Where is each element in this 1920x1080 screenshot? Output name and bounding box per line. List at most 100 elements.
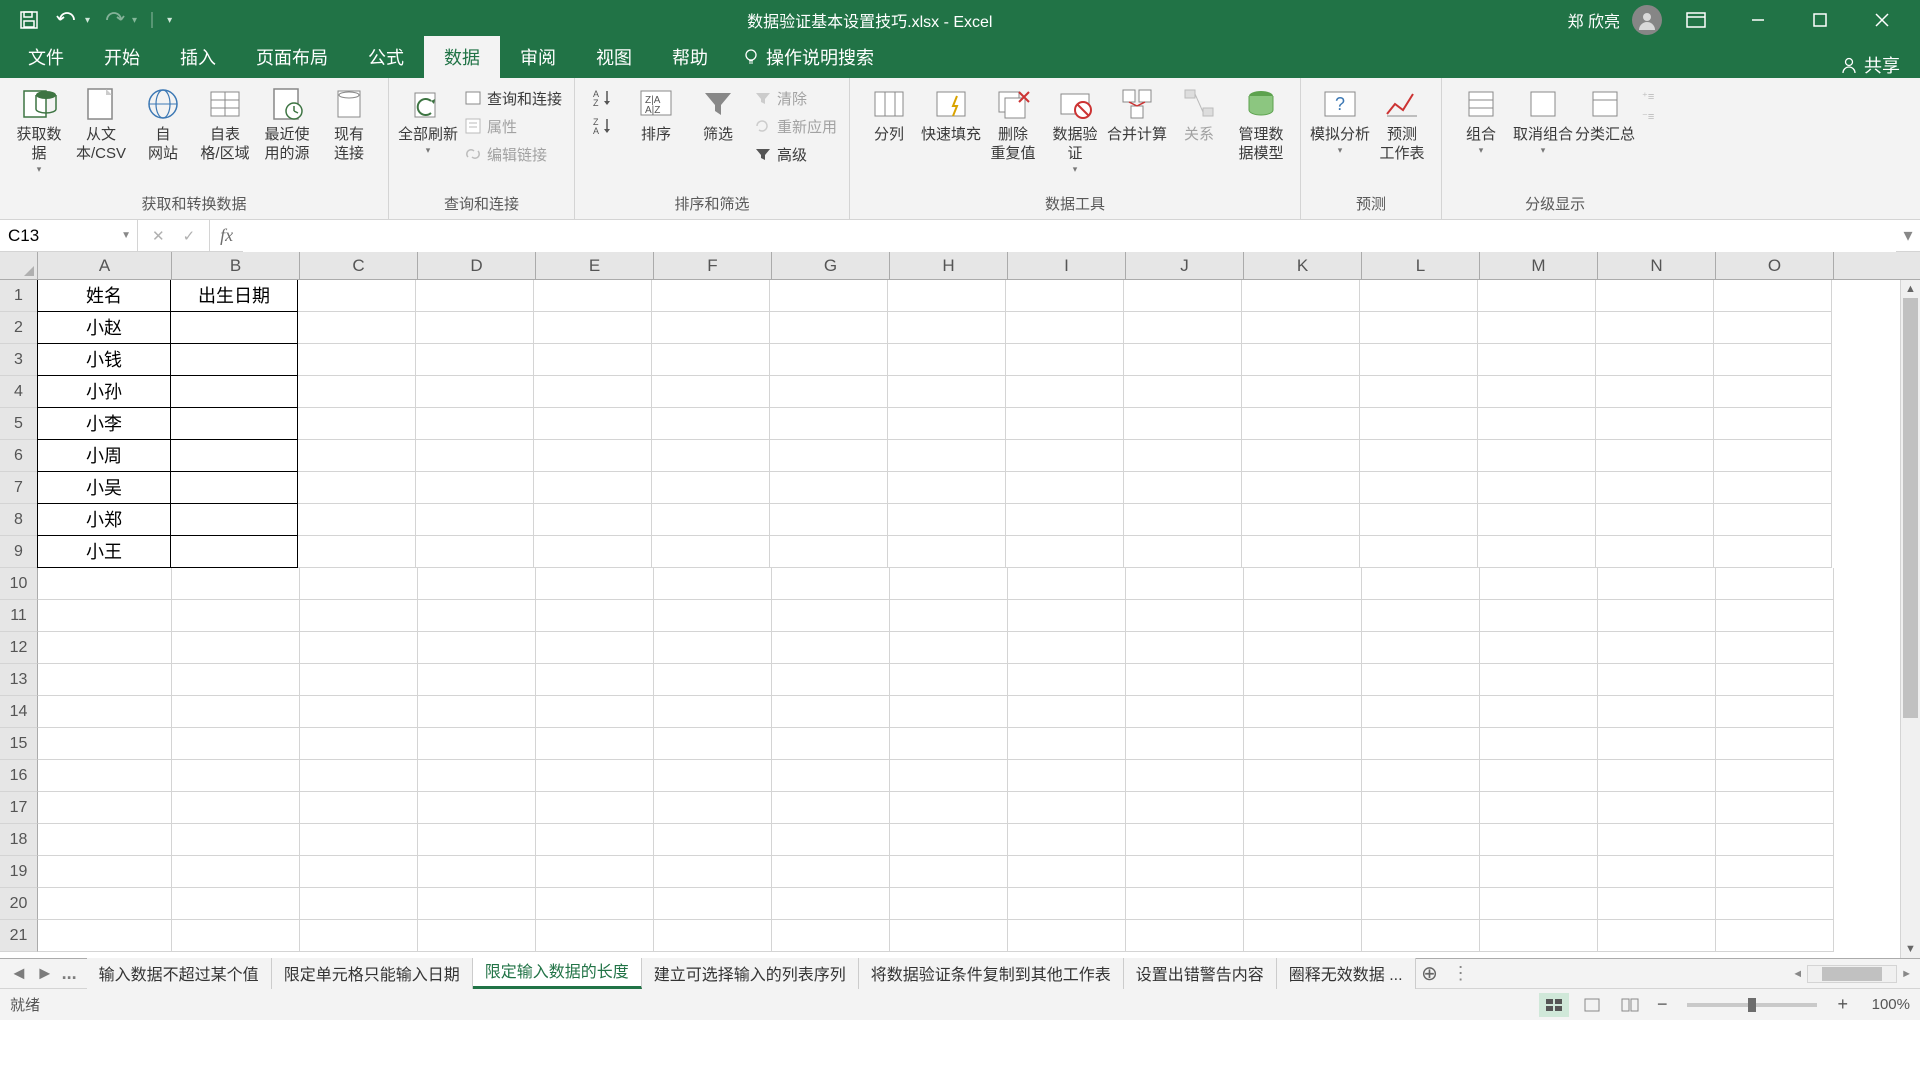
from-web-button[interactable]: 自 网站: [132, 82, 194, 166]
cell[interactable]: 小钱: [37, 343, 171, 376]
column-header[interactable]: C: [300, 252, 418, 279]
cell[interactable]: [890, 600, 1008, 632]
cell[interactable]: [534, 472, 652, 504]
cell[interactable]: [1006, 280, 1124, 312]
save-button[interactable]: [15, 6, 43, 34]
cell[interactable]: [1362, 792, 1480, 824]
cell[interactable]: [1480, 728, 1598, 760]
cell[interactable]: [890, 824, 1008, 856]
cell[interactable]: [418, 920, 536, 952]
cell[interactable]: [1480, 856, 1598, 888]
cell[interactable]: [1716, 600, 1834, 632]
cell[interactable]: [1124, 376, 1242, 408]
grid-rows[interactable]: 1姓名出生日期2小赵3小钱4小孙5小李6小周7小吴8小郑9小王101112131…: [0, 280, 1920, 958]
cell[interactable]: [1242, 376, 1360, 408]
scrollbar-thumb[interactable]: [1903, 298, 1918, 718]
row-header[interactable]: 5: [0, 408, 38, 440]
cell[interactable]: [172, 760, 300, 792]
column-header[interactable]: E: [536, 252, 654, 279]
cell[interactable]: [38, 888, 172, 920]
redo-button[interactable]: [100, 6, 128, 34]
cell[interactable]: [1596, 312, 1714, 344]
cell[interactable]: 小周: [37, 439, 171, 472]
cell[interactable]: [1714, 440, 1832, 472]
cell[interactable]: [172, 696, 300, 728]
cell[interactable]: [416, 312, 534, 344]
cell[interactable]: [1598, 824, 1716, 856]
sheet-tab[interactable]: 设置出错警告内容: [1124, 957, 1277, 989]
view-page-break-button[interactable]: [1615, 993, 1645, 1017]
row-header[interactable]: 21: [0, 920, 38, 952]
cell[interactable]: 小李: [37, 407, 171, 440]
cell[interactable]: [300, 632, 418, 664]
column-header[interactable]: K: [1244, 252, 1362, 279]
cell[interactable]: [1716, 632, 1834, 664]
cell[interactable]: [1008, 888, 1126, 920]
cell[interactable]: [654, 632, 772, 664]
cell[interactable]: [770, 408, 888, 440]
row-header[interactable]: 4: [0, 376, 38, 408]
cell[interactable]: [1478, 312, 1596, 344]
cell[interactable]: [1478, 280, 1596, 312]
get-data-button[interactable]: 获取数 据▾: [8, 82, 70, 177]
cell[interactable]: [1478, 440, 1596, 472]
cell[interactable]: [652, 504, 770, 536]
filter-button[interactable]: 筛选: [687, 82, 749, 147]
cell[interactable]: [1598, 568, 1716, 600]
cell[interactable]: [1008, 632, 1126, 664]
row-header[interactable]: 18: [0, 824, 38, 856]
cell[interactable]: [38, 600, 172, 632]
cell[interactable]: [418, 856, 536, 888]
data-validation-button[interactable]: 数据验 证▾: [1044, 82, 1106, 177]
cell[interactable]: [652, 536, 770, 568]
cell[interactable]: [1478, 504, 1596, 536]
cell[interactable]: [1006, 536, 1124, 568]
cell[interactable]: [1480, 888, 1598, 920]
cell[interactable]: [536, 824, 654, 856]
tell-me-search[interactable]: 操作说明搜索: [728, 36, 888, 78]
cell[interactable]: [1126, 920, 1244, 952]
from-csv-button[interactable]: 从文 本/CSV: [70, 82, 132, 166]
cell[interactable]: [1242, 504, 1360, 536]
cell[interactable]: [1716, 824, 1834, 856]
undo-button[interactable]: [53, 6, 81, 34]
cell[interactable]: [770, 504, 888, 536]
row-header[interactable]: 16: [0, 760, 38, 792]
sheet-tab[interactable]: 将数据验证条件复制到其他工作表: [859, 957, 1124, 989]
row-header[interactable]: 3: [0, 344, 38, 376]
cell[interactable]: [890, 632, 1008, 664]
cell[interactable]: 小孙: [37, 375, 171, 408]
cell[interactable]: [38, 920, 172, 952]
cell[interactable]: [536, 632, 654, 664]
column-header[interactable]: A: [38, 252, 172, 279]
cell[interactable]: [652, 440, 770, 472]
cell[interactable]: [300, 760, 418, 792]
cell[interactable]: [38, 568, 172, 600]
sheet-nav-more[interactable]: ...: [62, 963, 77, 984]
cell[interactable]: [1124, 280, 1242, 312]
cell[interactable]: [298, 280, 416, 312]
cell[interactable]: [1126, 600, 1244, 632]
cell[interactable]: [1596, 440, 1714, 472]
cell[interactable]: [1006, 504, 1124, 536]
tab-home[interactable]: 开始: [84, 36, 160, 78]
cell[interactable]: 出生日期: [170, 280, 298, 312]
cell[interactable]: [1596, 376, 1714, 408]
cell[interactable]: [418, 568, 536, 600]
cell[interactable]: [1480, 632, 1598, 664]
zoom-slider[interactable]: [1687, 1003, 1817, 1007]
cell[interactable]: [1124, 344, 1242, 376]
cell[interactable]: [1480, 792, 1598, 824]
column-header[interactable]: H: [890, 252, 1008, 279]
cell[interactable]: [418, 824, 536, 856]
column-header[interactable]: O: [1716, 252, 1834, 279]
cell[interactable]: [172, 728, 300, 760]
cell[interactable]: 小王: [37, 535, 171, 568]
row-header[interactable]: 10: [0, 568, 38, 600]
cell[interactable]: 小郑: [37, 503, 171, 536]
from-table-button[interactable]: 自表 格/区域: [194, 82, 256, 166]
cell[interactable]: [1008, 696, 1126, 728]
cell[interactable]: [1598, 888, 1716, 920]
cell[interactable]: [298, 408, 416, 440]
cell[interactable]: [1596, 472, 1714, 504]
